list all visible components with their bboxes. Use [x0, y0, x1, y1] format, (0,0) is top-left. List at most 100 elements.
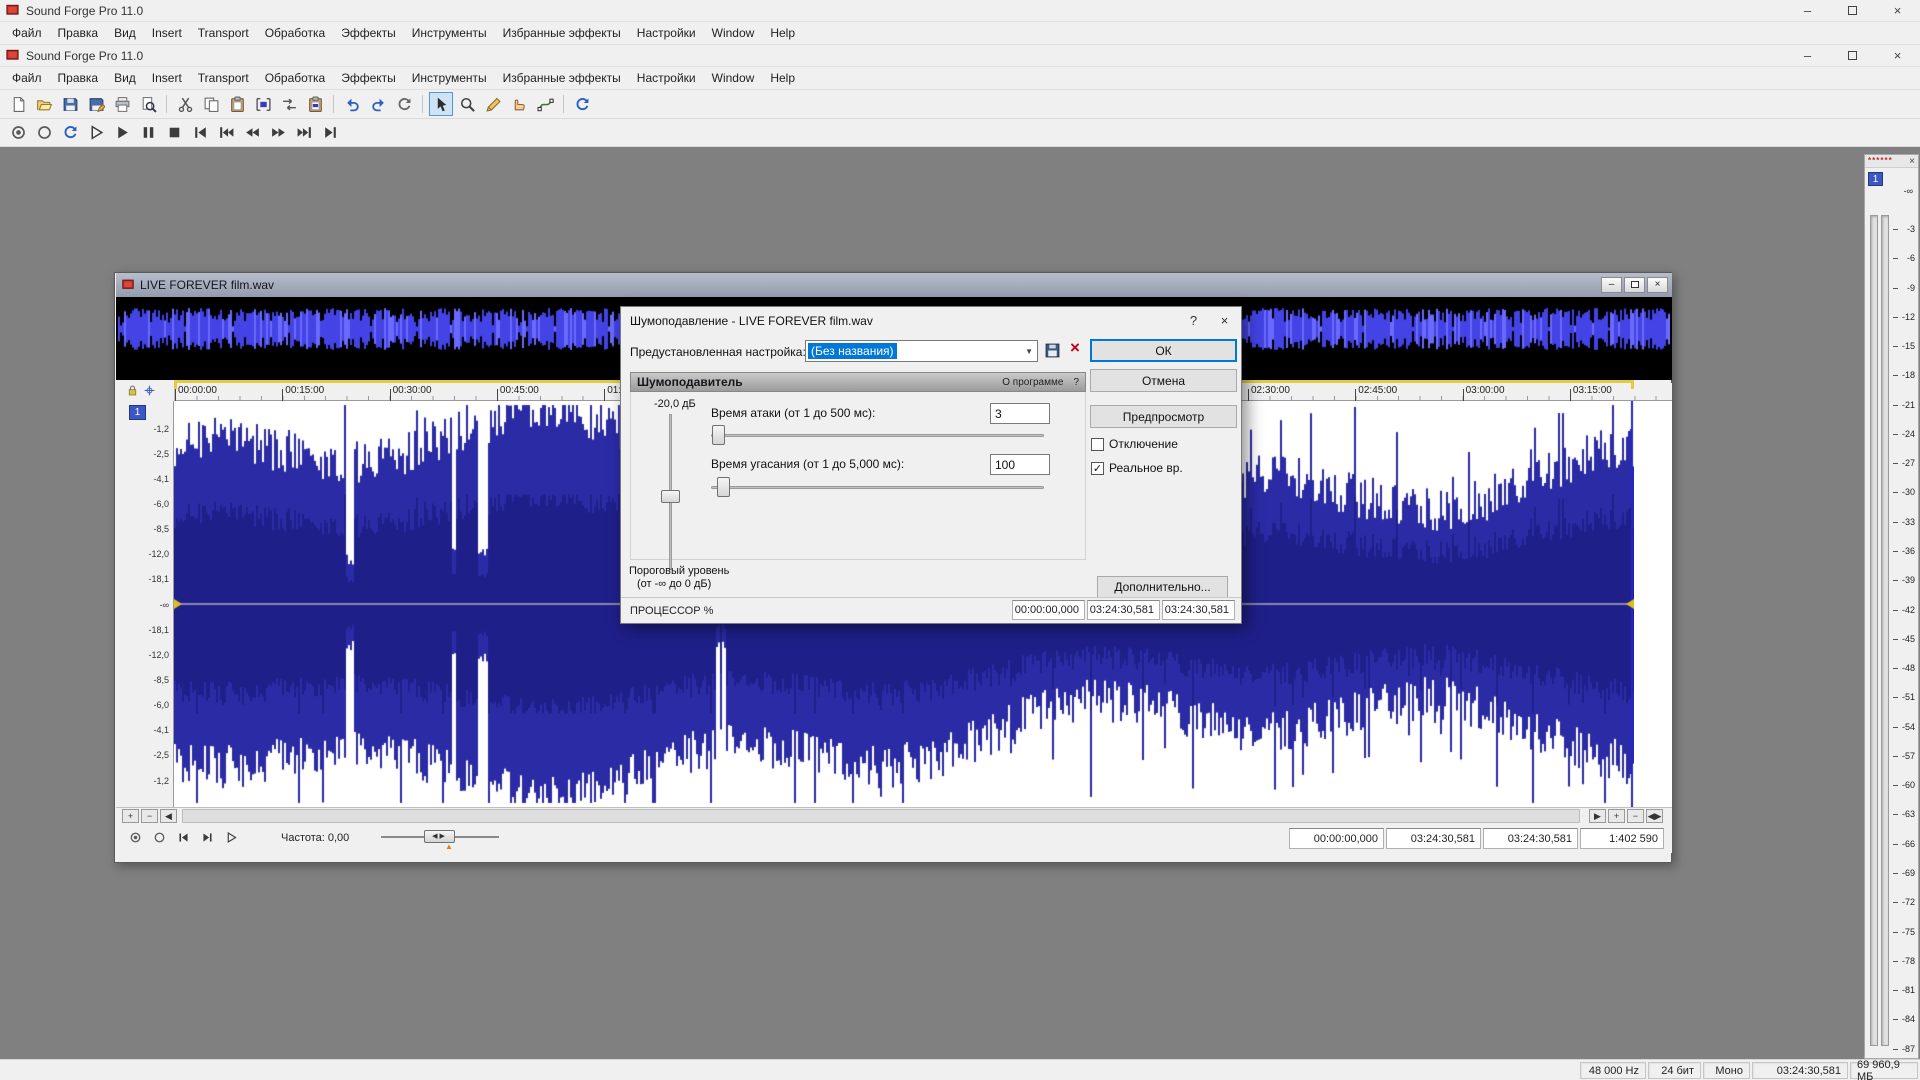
- go-to-start-icon[interactable]: [176, 830, 191, 845]
- attack-input[interactable]: [990, 403, 1050, 424]
- release-input[interactable]: [990, 454, 1050, 475]
- close-button[interactable]: ×: [1875, 0, 1920, 21]
- track-number-badge[interactable]: 1: [129, 405, 146, 420]
- save-preset-icon[interactable]: [1044, 342, 1061, 362]
- menu-item-8[interactable]: Избранные эффекты: [495, 23, 629, 43]
- zoom-scroll-button[interactable]: ◀: [160, 809, 177, 823]
- menu-item-1[interactable]: Правка: [50, 68, 107, 88]
- menu-item-4[interactable]: Transport: [190, 23, 257, 43]
- repeat-icon[interactable]: [392, 92, 416, 116]
- save-file-icon[interactable]: [58, 92, 82, 116]
- doc-time-field[interactable]: 03:24:30,581: [1386, 828, 1481, 849]
- menu-item-6[interactable]: Эффекты: [333, 68, 404, 88]
- play-all-icon[interactable]: [224, 830, 239, 845]
- zoom-scroll-button[interactable]: +: [1608, 809, 1625, 823]
- render-as-icon[interactable]: [84, 92, 108, 116]
- threshold-slider[interactable]: [661, 414, 681, 570]
- minimize-button[interactable]: –: [1785, 45, 1830, 66]
- menu-item-0[interactable]: Файл: [4, 68, 50, 88]
- release-slider-thumb[interactable]: [717, 477, 730, 497]
- minimize-button[interactable]: –: [1785, 0, 1830, 21]
- dialog-close-button[interactable]: ×: [1210, 307, 1239, 334]
- close-button[interactable]: ×: [1875, 45, 1920, 66]
- delete-preset-icon[interactable]: ×: [1070, 338, 1080, 358]
- menu-item-8[interactable]: Избранные эффекты: [495, 68, 629, 88]
- doc-time-field[interactable]: 00:00:00,000: [1289, 828, 1384, 849]
- menu-item-10[interactable]: Window: [704, 68, 763, 88]
- snap-icon[interactable]: [143, 384, 156, 400]
- copy-icon[interactable]: [199, 92, 223, 116]
- zoom-scroll-button[interactable]: +: [122, 809, 139, 823]
- preset-combobox[interactable]: (Без названия) ▼: [805, 340, 1038, 362]
- menu-item-4[interactable]: Transport: [190, 68, 257, 88]
- menu-item-5[interactable]: Обработка: [257, 23, 334, 43]
- attack-slider[interactable]: [711, 425, 1044, 445]
- play-icon[interactable]: [110, 121, 134, 145]
- dialog-time-field[interactable]: 03:24:30,581: [1162, 600, 1235, 620]
- chevron-down-icon[interactable]: ▼: [1025, 341, 1033, 361]
- zoom-scroll-button[interactable]: ▶: [1589, 809, 1606, 823]
- edit-tool-icon[interactable]: [429, 92, 453, 116]
- menu-item-2[interactable]: Вид: [106, 23, 144, 43]
- meter-close-button[interactable]: ×: [1909, 155, 1915, 168]
- meter-header[interactable]: ****** ×: [1865, 155, 1918, 168]
- section-help-button[interactable]: ?: [1073, 377, 1079, 388]
- bypass-checkbox[interactable]: Отключение: [1091, 437, 1178, 451]
- attack-slider-thumb[interactable]: [712, 425, 725, 445]
- dialog-help-button[interactable]: ?: [1179, 307, 1208, 334]
- doc-restore-button[interactable]: [1624, 277, 1645, 293]
- menu-item-7[interactable]: Инструменты: [404, 68, 495, 88]
- release-slider[interactable]: [711, 477, 1044, 497]
- doc-minimize-button[interactable]: –: [1601, 277, 1622, 293]
- print-icon[interactable]: [110, 92, 134, 116]
- redo-icon[interactable]: [366, 92, 390, 116]
- preview-button[interactable]: Предпросмотр: [1090, 405, 1237, 428]
- forward-icon[interactable]: [266, 121, 290, 145]
- menu-item-9[interactable]: Настройки: [629, 23, 704, 43]
- advanced-button[interactable]: Дополнительно...: [1097, 576, 1228, 598]
- zoom-scroll-button[interactable]: −: [1627, 809, 1644, 823]
- open-file-icon[interactable]: [32, 92, 56, 116]
- doc-close-button[interactable]: ×: [1647, 277, 1668, 293]
- go-to-end-icon[interactable]: [200, 830, 215, 845]
- record-icon[interactable]: [128, 830, 143, 845]
- loop-playback-icon[interactable]: [58, 121, 82, 145]
- preview-icon[interactable]: [136, 92, 160, 116]
- menu-item-0[interactable]: Файл: [4, 23, 50, 43]
- arm-record-icon[interactable]: [32, 121, 56, 145]
- maximize-button[interactable]: [1830, 0, 1875, 21]
- refresh-icon[interactable]: [570, 92, 594, 116]
- next-marker-icon[interactable]: [292, 121, 316, 145]
- rate-slider[interactable]: ◀▶ ▲: [381, 830, 499, 848]
- menu-item-1[interactable]: Правка: [50, 23, 107, 43]
- arm-record-icon[interactable]: [152, 830, 167, 845]
- cut-icon[interactable]: [173, 92, 197, 116]
- menu-item-5[interactable]: Обработка: [257, 68, 334, 88]
- menu-item-3[interactable]: Insert: [144, 23, 190, 43]
- zoom-scroll-button[interactable]: ◀▶: [1646, 809, 1663, 823]
- cancel-button[interactable]: Отмена: [1090, 369, 1237, 392]
- menu-item-7[interactable]: Инструменты: [404, 23, 495, 43]
- previous-marker-icon[interactable]: [214, 121, 238, 145]
- zoom-scroll-button[interactable]: −: [141, 809, 158, 823]
- threshold-slider-thumb[interactable]: [661, 490, 680, 503]
- maximize-button[interactable]: [1830, 45, 1875, 66]
- document-titlebar[interactable]: LIVE FOREVER film.wav – ×: [116, 273, 1672, 297]
- envelope-tool-icon[interactable]: [533, 92, 557, 116]
- lock-icon[interactable]: [126, 384, 139, 400]
- doc-time-field[interactable]: 1:402 590: [1580, 828, 1664, 849]
- about-link[interactable]: О программе: [1002, 377, 1063, 388]
- menu-item-10[interactable]: Window: [704, 23, 763, 43]
- new-file-icon[interactable]: [6, 92, 30, 116]
- menu-item-11[interactable]: Help: [762, 23, 803, 43]
- go-to-end-icon[interactable]: [318, 121, 342, 145]
- horizontal-scrollbar[interactable]: [182, 809, 1580, 823]
- pause-icon[interactable]: [136, 121, 160, 145]
- menu-item-11[interactable]: Help: [762, 68, 803, 88]
- mix-icon[interactable]: [277, 92, 301, 116]
- record-icon[interactable]: [6, 121, 30, 145]
- menu-item-6[interactable]: Эффекты: [333, 23, 404, 43]
- pencil-tool-icon[interactable]: [481, 92, 505, 116]
- dialog-time-field[interactable]: 00:00:00,000: [1012, 600, 1085, 620]
- undo-icon[interactable]: [340, 92, 364, 116]
